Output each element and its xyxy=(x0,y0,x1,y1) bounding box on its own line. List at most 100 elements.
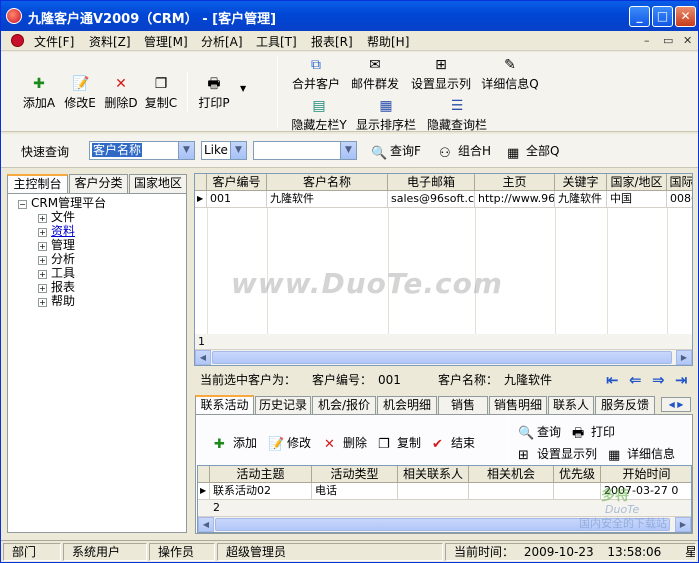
mdi-restore-icon[interactable]: ▭ xyxy=(663,34,673,47)
tab-country-region[interactable]: 国家地区 xyxy=(129,174,187,193)
activity-delete-button[interactable]: ✕ 删除 xyxy=(324,434,367,452)
app-menu-icon[interactable] xyxy=(11,34,24,47)
watermark: www.DuoTe.com xyxy=(231,267,503,300)
combine-query-button[interactable]: ⚇ 组合H xyxy=(439,142,491,161)
hide-query-bar-button[interactable]: ☰ 隐藏查询栏 xyxy=(425,98,489,133)
col-intl[interactable]: 国际 xyxy=(667,174,692,191)
col-start-time[interactable]: 开始时间 xyxy=(601,466,691,483)
last-record-icon[interactable]: ⇥ xyxy=(675,373,688,388)
tab-customer-category[interactable]: 客户分类 xyxy=(69,174,128,193)
tab-sales[interactable]: 销售 xyxy=(438,396,488,415)
query-field-select[interactable]: 客户名称 ▼ xyxy=(89,141,195,160)
scroll-left-icon[interactable]: ◀ xyxy=(198,517,214,532)
col-customer-id[interactable]: 客户编号 xyxy=(207,174,267,191)
edit-button[interactable]: 📝 修改E xyxy=(63,76,97,111)
maximize-button[interactable]: □ xyxy=(652,6,673,27)
tab-opportunity-detail[interactable]: 机会明细 xyxy=(377,396,437,415)
col-related-opportunity[interactable]: 相关机会 xyxy=(469,466,554,483)
tab-history[interactable]: 历史记录 xyxy=(255,396,311,415)
menu-analysis[interactable]: 分析[A] xyxy=(201,33,243,50)
query-value-input[interactable]: ▼ xyxy=(253,141,357,160)
expand-icon[interactable]: + xyxy=(38,242,47,251)
menu-manage[interactable]: 管理[M] xyxy=(144,33,188,50)
merge-customer-button[interactable]: ⧉ 合并客户 xyxy=(290,57,342,92)
col-homepage[interactable]: 主页 xyxy=(475,174,555,191)
menu-help[interactable]: 帮助[H] xyxy=(367,33,409,50)
title-bar[interactable]: 九隆客户通V2009（CRM） - [客户管理] _ □ ✕ xyxy=(1,1,698,31)
tree-node-help[interactable]: + 帮助 xyxy=(18,294,186,308)
mdi-close-icon[interactable]: ✕ xyxy=(683,34,692,47)
tab-contacts[interactable]: 联系人 xyxy=(548,396,594,415)
expand-icon[interactable]: + xyxy=(38,284,47,293)
query-button[interactable]: 🔍 查询F xyxy=(371,142,421,161)
expand-icon[interactable]: + xyxy=(38,228,47,237)
expand-icon[interactable]: + xyxy=(38,298,47,307)
mdi-minimize-icon[interactable]: – xyxy=(644,34,650,47)
add-button[interactable]: ✚ 添加A xyxy=(21,76,57,111)
hide-left-panel-button[interactable]: ▤ 隐藏左栏Y xyxy=(290,98,348,133)
delete-button[interactable]: ✕ 删除D xyxy=(104,76,138,111)
details-button[interactable]: ✎ 详细信息Q xyxy=(480,57,540,92)
first-record-icon[interactable]: ⇤ xyxy=(606,373,619,388)
tree-node-manage[interactable]: + 管理 xyxy=(18,238,186,252)
tree-node-reports[interactable]: + 报表 xyxy=(18,280,186,294)
prev-record-icon[interactable]: ⇐ xyxy=(629,373,642,388)
expand-icon[interactable]: + xyxy=(38,214,47,223)
scroll-thumb[interactable] xyxy=(212,351,672,364)
col-activity-type[interactable]: 活动类型 xyxy=(312,466,398,483)
query-operator-select[interactable]: Like ▼ xyxy=(201,141,247,160)
show-all-button[interactable]: ▦ 全部Q xyxy=(507,142,559,161)
activity-copy-button[interactable]: ❐ 复制 xyxy=(378,434,421,452)
menu-file[interactable]: 文件[F] xyxy=(34,33,74,50)
print-dropdown-arrow-icon[interactable]: ▼ xyxy=(240,84,246,93)
tab-opportunity-quote[interactable]: 机会/报价 xyxy=(312,396,376,415)
col-activity-subject[interactable]: 活动主题 xyxy=(210,466,312,483)
col-email[interactable]: 电子邮箱 xyxy=(388,174,475,191)
col-country[interactable]: 国家/地区 xyxy=(607,174,667,191)
col-customer-name[interactable]: 客户名称 xyxy=(267,174,388,191)
scroll-left-icon[interactable]: ◀ xyxy=(195,350,211,365)
customer-grid-hscroll[interactable]: ◀ ▶ xyxy=(195,349,692,365)
menu-tools[interactable]: 工具[T] xyxy=(256,33,297,50)
activity-edit-button[interactable]: 📝 修改 xyxy=(268,434,311,452)
tree-node-data[interactable]: + 资料 xyxy=(18,224,186,238)
current-row-indicator-icon: ▶ xyxy=(195,191,207,208)
activity-finish-button[interactable]: ✔ 结束 xyxy=(432,434,475,452)
tree-node-root[interactable]: − CRM管理平台 xyxy=(18,196,186,210)
status-bar: 部门 系统用户 操作员 超级管理员 当前时间： 2009-10-23 13:58… xyxy=(1,540,698,562)
scroll-right-icon[interactable]: ▶ xyxy=(676,350,692,365)
tree-node-file[interactable]: + 文件 xyxy=(18,210,186,224)
mass-mail-button[interactable]: ✉ 邮件群发 xyxy=(349,57,401,92)
next-record-icon[interactable]: ⇒ xyxy=(652,373,665,388)
set-columns-button[interactable]: ⊞ 设置显示列 xyxy=(409,57,473,92)
activity-add-button[interactable]: ✚ 添加 xyxy=(214,434,257,452)
tab-service-feedback[interactable]: 服务反馈 xyxy=(595,396,655,415)
close-button[interactable]: ✕ xyxy=(675,6,696,27)
copy-button[interactable]: ❐ 复制C xyxy=(144,76,178,111)
tab-sales-detail[interactable]: 销售明细 xyxy=(489,396,547,415)
show-sort-bar-button[interactable]: ▦ 显示排序栏 xyxy=(355,98,417,133)
grid-line xyxy=(667,208,668,334)
col-keyword[interactable]: 关键字 xyxy=(555,174,607,191)
tree-node-tools[interactable]: + 工具 xyxy=(18,266,186,280)
expand-icon[interactable]: + xyxy=(38,270,47,279)
expand-icon[interactable]: + xyxy=(38,256,47,265)
tab-contact-activity[interactable]: 联系活动 xyxy=(195,395,254,415)
col-priority[interactable]: 优先级 xyxy=(554,466,601,483)
tree-node-analysis[interactable]: + 分析 xyxy=(18,252,186,266)
copy-icon: ❐ xyxy=(154,76,168,92)
collapse-icon[interactable]: − xyxy=(18,200,27,209)
tab-scroll-arrows-icon[interactable]: ◀ ▶ xyxy=(661,397,691,412)
activity-print-button[interactable]: 🖶 打印 xyxy=(572,423,615,446)
activity-details-button[interactable]: ▦ 详细信息 xyxy=(608,445,675,463)
minimize-button[interactable]: _ xyxy=(629,6,650,27)
menu-reports[interactable]: 报表[R] xyxy=(311,33,353,50)
tab-main-console[interactable]: 主控制台 xyxy=(7,174,68,194)
activity-query-button[interactable]: 🔍 查询 xyxy=(518,423,561,441)
col-related-contact[interactable]: 相关联系人 xyxy=(398,466,469,483)
print-button[interactable]: 🖶 打印P xyxy=(196,76,232,111)
detail-tabs: 联系活动 历史记录 机会/报价 机会明细 销售 销售明细 联系人 服务反馈 ◀ … xyxy=(195,395,694,415)
activity-columns-button[interactable]: ⊞ 设置显示列 xyxy=(518,445,597,463)
menu-data[interactable]: 资料[Z] xyxy=(89,33,131,50)
table-row[interactable]: ▶ 001 九隆软件 sales@96soft.c http://www.96 … xyxy=(195,191,692,208)
